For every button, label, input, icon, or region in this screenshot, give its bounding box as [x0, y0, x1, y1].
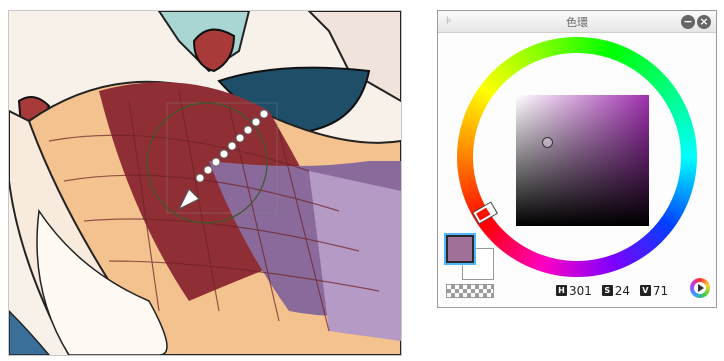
hue-value: 301: [569, 283, 592, 298]
artwork: [9, 11, 401, 355]
play-icon: [698, 284, 704, 292]
saturation-label: S: [601, 285, 613, 296]
transparent-color-swatch[interactable]: [446, 284, 494, 298]
saturation-value-square[interactable]: [516, 95, 649, 226]
color-mode-toggle-button[interactable]: [690, 278, 710, 298]
canvas-view[interactable]: [8, 10, 402, 356]
hsv-readout: H 301 S 24 V 71: [556, 283, 674, 298]
hue-label: H: [556, 285, 567, 296]
saturation-value-cursor[interactable]: [542, 137, 553, 148]
panel-title: 色環: [566, 16, 588, 29]
value-label: V: [639, 285, 651, 296]
minimize-button[interactable]: −: [681, 15, 695, 29]
saturation-value: 24: [614, 283, 631, 298]
foreground-color-swatch[interactable]: [446, 235, 474, 263]
value-value: 71: [652, 283, 669, 298]
color-wheel-panel: ⊧ 色環 − × H 301 S 24 V 71: [437, 10, 717, 308]
color-wheel[interactable]: [457, 37, 697, 277]
panel-titlebar[interactable]: ⊧ 色環 − ×: [438, 11, 716, 33]
close-button[interactable]: ×: [697, 15, 711, 29]
